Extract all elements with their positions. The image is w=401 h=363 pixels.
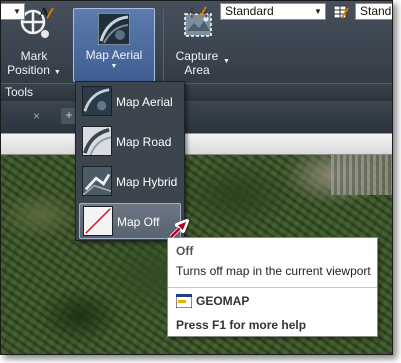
mark-position-label-line2: Position ▼ [7,63,61,77]
menu-item-map-road[interactable]: Map Road [79,124,181,160]
table-style-value: Stand [360,4,392,18]
menu-item-label: Map Hybrid [116,175,178,189]
capture-area-label-line1: Capture [175,49,219,63]
map-aerial-icon [98,13,130,45]
svg-text:A: A [39,6,50,20]
tooltip-help-text: Press F1 for more help [176,318,307,332]
layer-combo[interactable]: ▼ [1,3,25,20]
menu-item-map-off[interactable]: Map Off [79,203,181,239]
map-urban-area [331,155,392,195]
map-aerial-icon [82,86,112,116]
menu-item-map-aerial[interactable]: Map Aerial [79,84,181,120]
application-window: Mark Position ▼ Map Aerial ▼ Capture Area… [0,0,393,355]
close-tab-icon[interactable]: × [33,109,40,123]
menu-item-label: Map Road [116,135,172,149]
ribbon-panel-bar [1,83,392,101]
cursor-arrow-icon [169,219,189,239]
properties-toolbar [1,133,392,155]
map-road-icon [82,126,112,156]
text-style-combo[interactable]: Standard ▼ [220,3,326,20]
menu-item-label: Map Aerial [116,95,173,109]
chevron-down-icon: ▼ [13,7,21,16]
file-tab-strip [1,101,392,133]
tooltip-divider [168,287,377,288]
map-aerial-split-button[interactable]: Map Aerial ▼ [73,8,155,82]
mark-position-label-line1: Mark [20,49,48,63]
text-style-icon[interactable]: A [38,4,54,20]
tooltip-title: Off [176,244,194,258]
chevron-down-icon: ▼ [314,7,322,16]
tooltip-command-name: GEOMAP [196,294,250,308]
map-aerial-label: Map Aerial [85,48,143,62]
table-style-combo[interactable]: Stand [355,3,392,20]
dropdown-arrow-icon[interactable]: ▼ [223,58,230,65]
text-style-value: Standard [225,4,274,18]
capture-area-label-line2: Area [184,63,210,77]
tooltip: Off Turns off map in the current viewpor… [167,237,378,337]
dimension-style-icon[interactable] [191,4,207,20]
dropdown-arrow-icon: ▼ [53,69,61,76]
menu-item-label: Map Off [117,215,160,229]
dropdown-arrow-icon[interactable]: ▼ [74,63,154,70]
ribbon-panel-title: Tools [5,85,34,99]
menu-item-map-hybrid[interactable]: Map Hybrid [79,164,181,200]
map-hybrid-icon [82,166,112,196]
ribbon-separator [163,9,164,81]
command-icon [176,294,192,308]
map-off-icon [83,206,113,236]
table-style-icon[interactable] [333,4,349,20]
tooltip-description: Turns off map in the current viewport [176,264,371,278]
